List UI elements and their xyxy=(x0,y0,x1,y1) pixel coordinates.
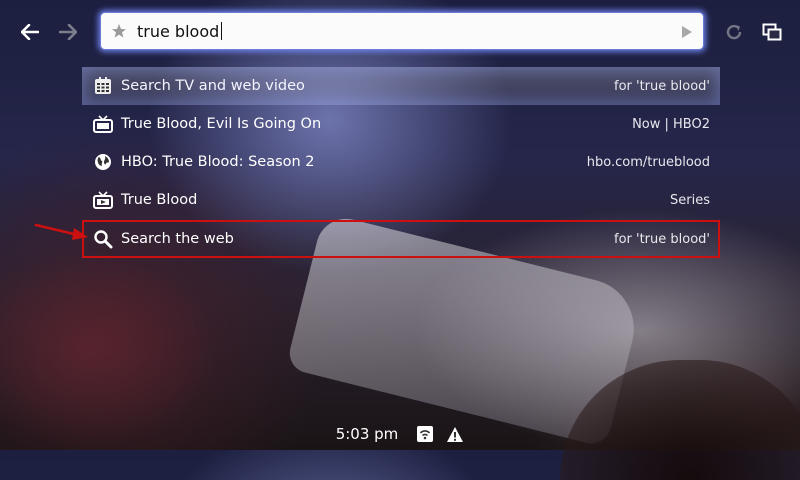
suggestion-list: Search TV and web video for 'true blood'… xyxy=(82,67,720,258)
play-icon[interactable] xyxy=(681,24,693,38)
search-icon xyxy=(93,229,113,249)
suggestion-label: True Blood, Evil Is Going On xyxy=(121,116,322,132)
forward-button[interactable] xyxy=(56,20,80,44)
address-input[interactable]: true blood xyxy=(137,22,219,41)
suggestion-context: Now | HBO2 xyxy=(632,116,710,132)
tv-series-icon xyxy=(93,190,113,210)
suggestion-item-website[interactable]: HBO: True Blood: Season 2 hbo.com/truebl… xyxy=(82,143,720,181)
windows-icon xyxy=(762,23,782,41)
globe-icon xyxy=(93,152,113,172)
star-icon[interactable] xyxy=(111,23,127,39)
annotation-arrow-icon xyxy=(34,223,88,240)
text-cursor xyxy=(221,22,223,40)
suggestion-item-tv-program[interactable]: True Blood, Evil Is Going On Now | HBO2 xyxy=(82,105,720,143)
suggestion-item-series[interactable]: True Blood Series xyxy=(82,181,720,219)
arrow-right-icon xyxy=(59,24,77,40)
suggestion-context: Series xyxy=(670,192,710,208)
refresh-button[interactable] xyxy=(722,20,746,44)
network-icon[interactable] xyxy=(416,425,434,443)
suggestion-label: Search the web xyxy=(121,231,234,247)
suggestion-context: for 'true blood' xyxy=(614,231,710,247)
status-bar: 5:03 pm xyxy=(0,418,800,450)
suggestion-label: HBO: True Blood: Season 2 xyxy=(121,154,315,170)
windows-button[interactable] xyxy=(760,20,784,44)
back-button[interactable] xyxy=(18,20,42,44)
suggestion-label: True Blood xyxy=(121,192,198,208)
warning-icon[interactable] xyxy=(446,425,464,443)
suggestion-context: hbo.com/trueblood xyxy=(586,154,710,170)
refresh-icon xyxy=(726,24,742,40)
suggestion-item-tv-video-search[interactable]: Search TV and web video for 'true blood' xyxy=(82,67,720,105)
suggestion-label: Search TV and web video xyxy=(121,78,305,94)
suggestion-item-web-search[interactable]: Search the web for 'true blood' xyxy=(82,220,720,258)
address-bar[interactable]: true blood xyxy=(100,12,704,50)
tv-icon xyxy=(93,114,113,134)
clock: 5:03 pm xyxy=(335,425,399,443)
suggestion-context: for 'true blood' xyxy=(614,78,710,94)
arrow-left-icon xyxy=(21,24,39,40)
tv-guide-icon xyxy=(93,76,113,96)
